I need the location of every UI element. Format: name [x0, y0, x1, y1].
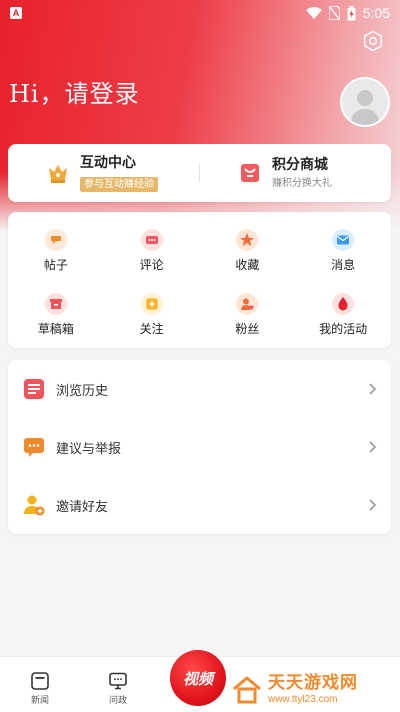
promo-subtitle: 赚积分换大礼 — [272, 178, 332, 189]
grid-item-comments[interactable]: 评论 — [104, 218, 200, 282]
status-bar: A 5:05 — [0, 0, 400, 26]
tab-news[interactable]: 新闻 — [30, 671, 50, 706]
comment-icon — [140, 228, 163, 251]
avatar[interactable] — [340, 77, 390, 127]
watermark-title: 天天游戏网 — [268, 673, 358, 693]
grid-label: 消息 — [331, 257, 356, 272]
grid-item-messages[interactable]: 消息 — [295, 218, 391, 282]
chevron-right-icon — [369, 441, 377, 453]
mail-icon — [332, 228, 355, 251]
list-label: 建议与举报 — [56, 441, 122, 457]
watermark-logo-icon — [233, 676, 261, 704]
feature-grid: 帖子 评论 收藏 消息 草稿箱 关注 粉丝 我的活动 — [8, 212, 391, 348]
shopping-bag-icon — [241, 164, 259, 182]
video-tab-button[interactable]: 视频 — [170, 650, 226, 706]
activity-icon — [332, 292, 355, 315]
news-icon — [31, 672, 49, 690]
login-prompt[interactable]: Hi，请登录 — [9, 74, 140, 109]
no-sim-icon — [328, 6, 340, 20]
battery-icon — [347, 5, 356, 20]
grid-item-posts[interactable]: 帖子 — [8, 218, 104, 282]
list-label: 邀请好友 — [56, 499, 109, 515]
grid-label: 收藏 — [235, 257, 260, 272]
star-icon — [236, 228, 259, 251]
grid-item-favorites[interactable]: 收藏 — [200, 218, 296, 282]
watermark: 天天游戏网 www.ttyl23.com — [232, 668, 398, 712]
list-item-invite-friends[interactable]: 邀请好友 — [8, 476, 391, 534]
promo-title: 互动中心 — [80, 155, 136, 171]
watermark-url: www.ttyl23.com — [268, 694, 338, 705]
chevron-right-icon — [369, 499, 377, 511]
list-label: 浏览历史 — [56, 383, 109, 399]
invite-friend-icon — [24, 495, 45, 516]
default-avatar-icon — [342, 79, 388, 125]
points-mall-entry[interactable]: 积分商城 赚积分换大礼 — [200, 144, 391, 202]
post-icon — [44, 228, 67, 251]
crown-icon — [49, 165, 67, 183]
wifi-icon — [305, 7, 322, 19]
follow-icon — [140, 292, 163, 315]
settings-list: 浏览历史 建议与举报 邀请好友 — [8, 360, 391, 534]
fans-icon — [236, 292, 259, 315]
list-item-browsing-history[interactable]: 浏览历史 — [8, 360, 391, 418]
tab-label: 问政 — [108, 696, 127, 706]
grid-item-fans[interactable]: 粉丝 — [200, 282, 296, 346]
settings-icon[interactable] — [362, 30, 384, 52]
chevron-right-icon — [369, 383, 377, 395]
promo-subtitle: 参与互动赚经验 — [80, 177, 158, 192]
grid-item-my-activities[interactable]: 我的活动 — [295, 282, 391, 346]
grid-label: 关注 — [139, 321, 164, 336]
grid-label: 评论 — [139, 257, 164, 272]
tab-politics[interactable]: 问政 — [108, 671, 128, 706]
history-icon — [24, 379, 44, 399]
app-notification-icon: A — [10, 7, 22, 19]
feedback-icon — [24, 438, 44, 457]
promo-title: 积分商城 — [272, 157, 328, 173]
status-time: 5:05 — [362, 5, 390, 21]
grid-label: 草稿箱 — [37, 321, 74, 336]
grid-label: 粉丝 — [235, 321, 260, 336]
politics-icon — [109, 672, 127, 690]
video-button-label: 视频 — [182, 669, 213, 688]
grid-label: 帖子 — [43, 257, 68, 272]
promo-card: 互动中心 参与互动赚经验 积分商城 赚积分换大礼 — [8, 144, 391, 202]
draft-box-icon — [44, 292, 67, 315]
list-item-feedback[interactable]: 建议与举报 — [8, 418, 391, 476]
grid-item-drafts[interactable]: 草稿箱 — [8, 282, 104, 346]
grid-item-following[interactable]: 关注 — [104, 282, 200, 346]
tab-label: 新闻 — [30, 696, 49, 706]
interaction-center-entry[interactable]: 互动中心 参与互动赚经验 — [8, 144, 199, 202]
grid-label: 我的活动 — [319, 321, 368, 336]
